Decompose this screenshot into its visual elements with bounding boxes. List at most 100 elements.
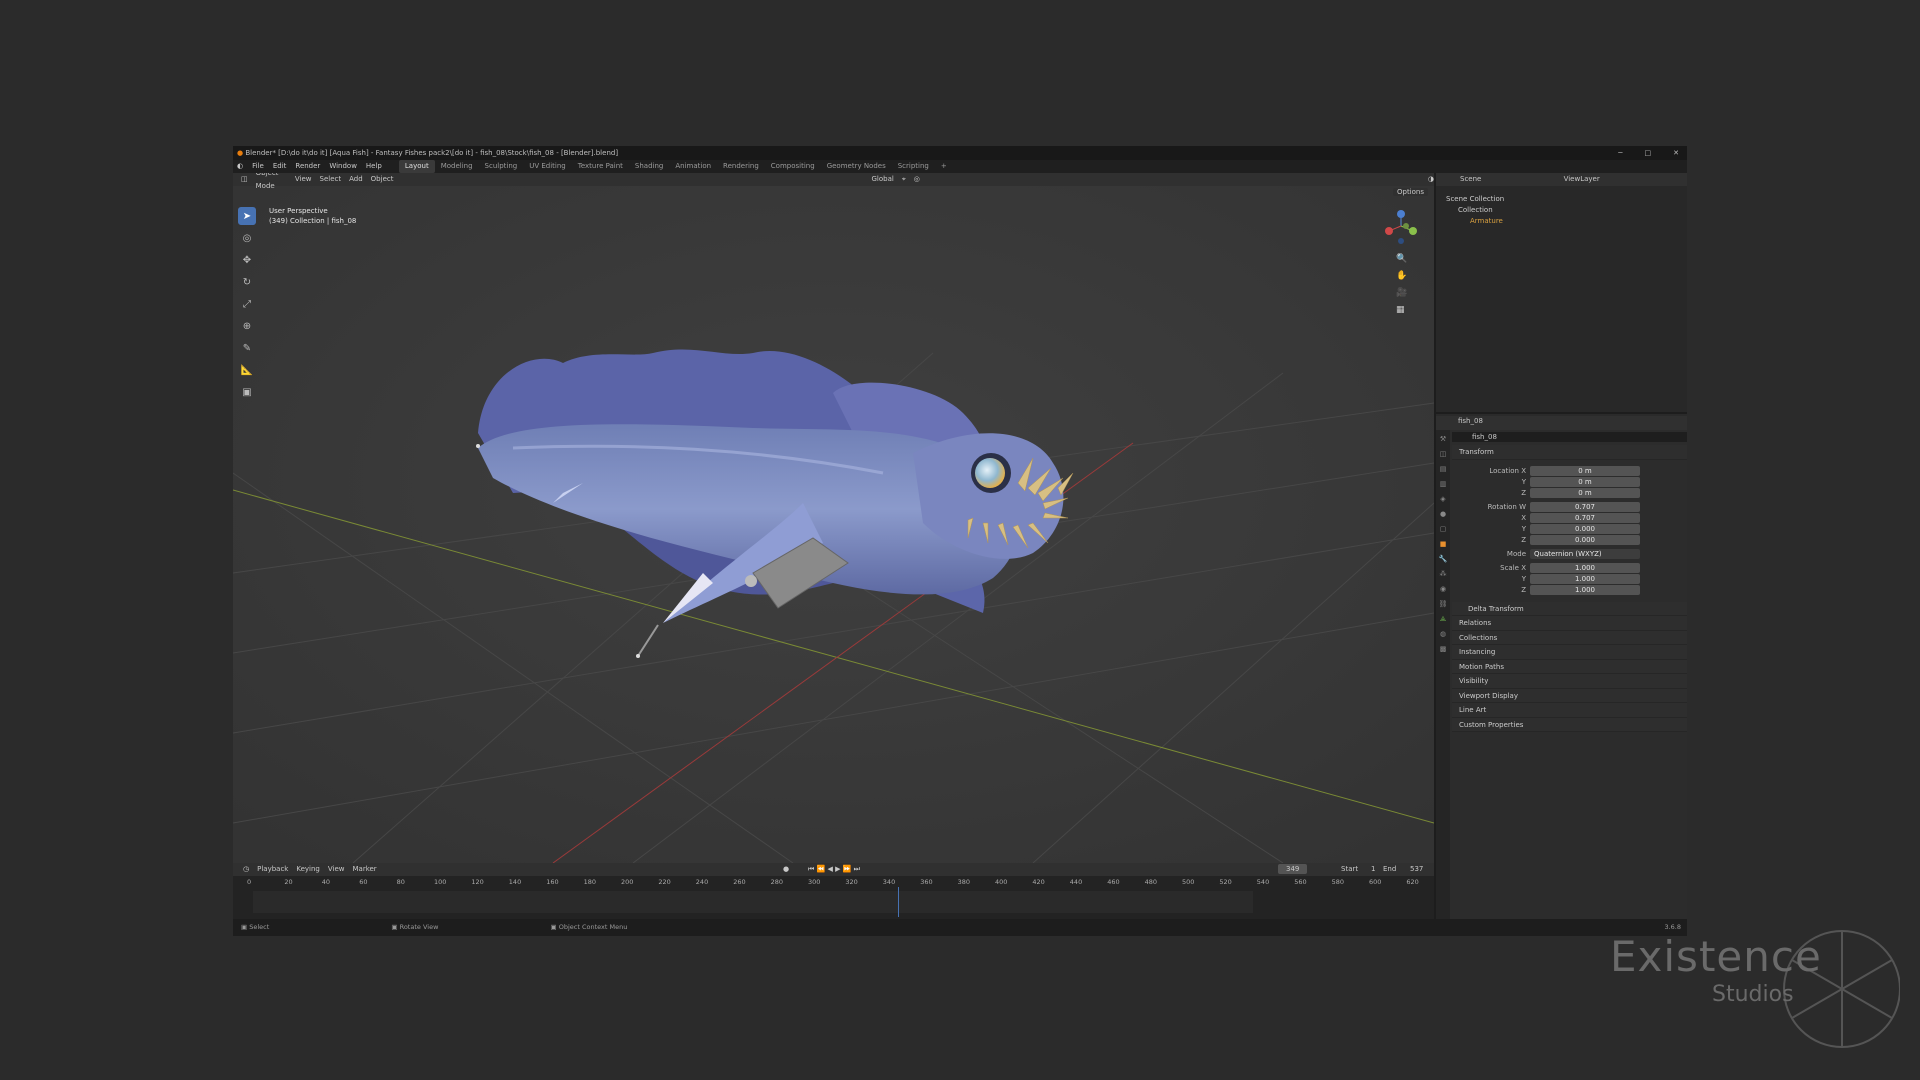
custom-properties-section[interactable]: Custom Properties xyxy=(1452,717,1687,732)
physics-tab-icon[interactable]: ◉ xyxy=(1438,585,1448,595)
outliner-row-armature[interactable]: Armature xyxy=(1436,216,1687,227)
menu-window[interactable]: Window xyxy=(329,160,357,173)
outliner-row-collection[interactable]: Collection xyxy=(1436,205,1687,216)
scale-z-field[interactable]: 1.000 xyxy=(1530,585,1640,595)
proportional-edit-icon[interactable]: ◎ xyxy=(914,173,920,186)
frame-ruler[interactable]: 0 20 40 60 80 100 120 140 160 180 200 220 240 260 280 3… xyxy=(233,876,1434,889)
transform-tool-icon[interactable]: ⊕ xyxy=(238,317,256,335)
constraints-tab-icon[interactable]: ⛓ xyxy=(1438,600,1448,610)
tab-layout[interactable]: Layout xyxy=(398,160,435,173)
output-tab-icon[interactable]: ▤ xyxy=(1438,465,1448,475)
cursor-tool-icon[interactable]: ◎ xyxy=(238,229,256,247)
minimize-button[interactable]: ─ xyxy=(1618,146,1622,160)
scale-y-field[interactable]: 1.000 xyxy=(1530,574,1640,584)
tab-animation[interactable]: Animation xyxy=(669,160,717,173)
menu-view[interactable]: View xyxy=(328,863,345,876)
start-frame-field[interactable]: 1 xyxy=(1371,863,1375,876)
tab-modeling[interactable]: Modeling xyxy=(435,160,479,173)
location-x-field[interactable]: 0 m xyxy=(1530,466,1640,476)
annotate-tool-icon[interactable]: ✎ xyxy=(238,339,256,357)
visibility-section[interactable]: Visibility xyxy=(1452,674,1687,689)
material-tab-icon[interactable]: ◍ xyxy=(1438,630,1448,640)
menu-keying[interactable]: Keying xyxy=(296,863,320,876)
tab-scripting[interactable]: Scripting xyxy=(892,160,935,173)
scale-x-field[interactable]: 1.000 xyxy=(1530,563,1640,573)
render-tab-icon[interactable]: ◫ xyxy=(1438,450,1448,460)
orientation-dropdown[interactable]: Global xyxy=(871,173,893,186)
timeline-track[interactable] xyxy=(253,891,1253,913)
current-frame-field[interactable]: 349 xyxy=(1278,864,1308,874)
object-tab-icon[interactable]: ■ xyxy=(1438,540,1448,550)
add-workspace-button[interactable]: + xyxy=(935,160,953,173)
menu-view[interactable]: View xyxy=(295,173,312,186)
tab-compositing[interactable]: Compositing xyxy=(765,160,821,173)
rotation-z-field[interactable]: 0.000 xyxy=(1530,535,1640,545)
motion-paths-section[interactable]: Motion Paths xyxy=(1452,659,1687,674)
snap-icon[interactable]: ⌖ xyxy=(902,173,906,186)
collection-tab-icon[interactable]: ▢ xyxy=(1438,525,1448,535)
texture-tab-icon[interactable]: ▩ xyxy=(1438,645,1448,655)
particles-tab-icon[interactable]: ⁂ xyxy=(1438,570,1448,580)
line-art-section[interactable]: Line Art xyxy=(1452,703,1687,718)
3d-viewport[interactable]: ◫ Object Mode View Select Add Object Glo… xyxy=(233,173,1434,863)
viewport-display-section[interactable]: Viewport Display xyxy=(1452,688,1687,703)
blender-menu-icon[interactable]: ◐ xyxy=(237,160,243,173)
collections-section[interactable]: Collections xyxy=(1452,630,1687,645)
menu-select[interactable]: Select xyxy=(320,173,342,186)
object-mode-dropdown[interactable]: Object Mode xyxy=(256,173,287,193)
measure-tool-icon[interactable]: 📐 xyxy=(238,361,256,379)
menu-render[interactable]: Render xyxy=(295,160,320,173)
location-z-field[interactable]: 0 m xyxy=(1530,488,1640,498)
scale-tool-icon[interactable]: ⤢ xyxy=(238,295,256,313)
timeline-editor-icon[interactable]: ◷ xyxy=(243,863,249,876)
tab-geometry-nodes[interactable]: Geometry Nodes xyxy=(821,160,892,173)
tab-shading[interactable]: Shading xyxy=(629,160,669,173)
instancing-section[interactable]: Instancing xyxy=(1452,645,1687,660)
scene-selector[interactable]: Scene xyxy=(1460,175,1481,183)
modifier-tab-icon[interactable]: 🔧 xyxy=(1438,555,1448,565)
playhead[interactable] xyxy=(898,887,899,917)
menu-file[interactable]: File xyxy=(252,160,264,173)
tab-sculpting[interactable]: Sculpting xyxy=(479,160,524,173)
playback-controls[interactable]: ⏮ ⏪ ◀ ▶ ⏩ ⏭ xyxy=(808,863,860,876)
transform-panel-header[interactable]: Transform xyxy=(1452,445,1687,460)
location-y-field[interactable]: 0 m xyxy=(1530,477,1640,487)
select-tool-icon[interactable]: ➤ xyxy=(238,207,256,225)
rotation-w-field[interactable]: 0.707 xyxy=(1530,502,1640,512)
outliner-row-scene-collection[interactable]: Scene Collection xyxy=(1436,194,1687,205)
view-layer-tab-icon[interactable]: ▥ xyxy=(1438,480,1448,490)
rotation-mode-dropdown[interactable]: Quaternion (WXYZ) xyxy=(1530,549,1640,559)
frame-tick: 620 xyxy=(1406,878,1419,886)
tool-tab-icon[interactable]: ⚒ xyxy=(1438,435,1448,445)
viewlayer-selector[interactable]: ViewLayer xyxy=(1564,175,1600,183)
menu-help[interactable]: Help xyxy=(366,160,382,173)
object-name-field[interactable]: fish_08 xyxy=(1452,432,1687,442)
options-dropdown[interactable]: Options xyxy=(1392,188,1428,196)
data-tab-icon[interactable]: ⟁ xyxy=(1438,615,1448,625)
world-tab-icon[interactable]: ● xyxy=(1438,510,1448,520)
scene-tab-icon[interactable]: ◈ xyxy=(1438,495,1448,505)
menu-add[interactable]: Add xyxy=(349,173,363,186)
frame-tick: 480 xyxy=(1144,878,1158,886)
menu-object[interactable]: Object xyxy=(371,173,394,186)
editor-type-icon[interactable]: ◫ xyxy=(241,173,248,186)
viewport-shading-icon[interactable]: ◑ xyxy=(1428,173,1434,186)
tab-rendering[interactable]: Rendering xyxy=(717,160,765,173)
end-frame-field[interactable]: 537 xyxy=(1410,863,1423,876)
relations-section[interactable]: Relations xyxy=(1452,616,1687,631)
rotation-x-field[interactable]: 0.707 xyxy=(1530,513,1640,523)
add-cube-tool-icon[interactable]: ▣ xyxy=(238,383,256,401)
delta-transform-section[interactable]: Delta Transform xyxy=(1452,601,1687,616)
tab-uv-editing[interactable]: UV Editing xyxy=(523,160,572,173)
rotation-y-field[interactable]: 0.000 xyxy=(1530,524,1640,534)
record-button[interactable]: ● xyxy=(783,863,789,876)
menu-edit[interactable]: Edit xyxy=(273,160,287,173)
tab-texture-paint[interactable]: Texture Paint xyxy=(572,160,629,173)
menu-playback[interactable]: Playback xyxy=(257,863,288,876)
close-button[interactable]: ✕ xyxy=(1673,146,1679,160)
move-tool-icon[interactable]: ✥ xyxy=(238,251,256,269)
maximize-button[interactable]: □ xyxy=(1645,146,1652,160)
menu-marker[interactable]: Marker xyxy=(352,863,376,876)
navigation-gizmo[interactable]: 🔍 ✋ 🎥 ▦ xyxy=(1376,206,1426,316)
rotate-tool-icon[interactable]: ↻ xyxy=(238,273,256,291)
